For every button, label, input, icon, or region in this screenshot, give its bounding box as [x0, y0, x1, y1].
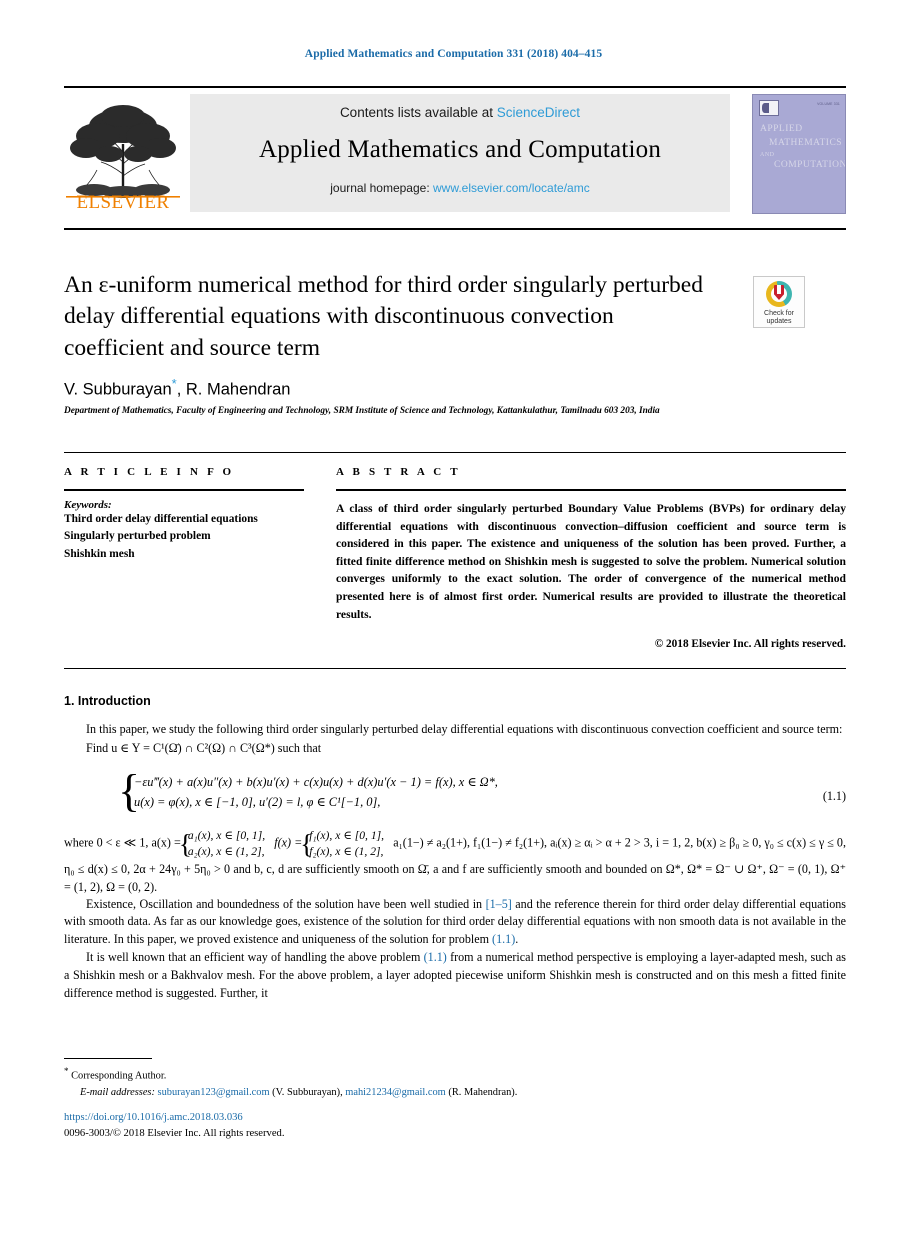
reference-link-1-5[interactable]: [1–5]: [486, 897, 512, 911]
para3-text-a: Existence, Oscillation and boundedness o…: [86, 896, 486, 911]
crossmark-badge[interactable]: Check for updates: [753, 276, 805, 328]
sciencedirect-banner: Contents lists available at ScienceDirec…: [190, 94, 730, 212]
footnote-block: * Corresponding Author. E-mail addresses…: [64, 1064, 846, 1102]
journal-cover-thumbnail: VOLUME 331 APPLIED MATHEMATICS AND COMPU…: [752, 94, 846, 214]
equation-number: (1.1): [822, 789, 846, 804]
elsevier-wordmark: ELSEVIER: [76, 192, 170, 213]
cover-title-line1: APPLIED: [760, 124, 803, 134]
email-link-mahendran[interactable]: mahi21234@gmail.com: [345, 1087, 445, 1098]
a-case-2: a₂(x), x ∈ (1, 2],: [187, 844, 265, 858]
page-title: An ε-uniform numerical method for third …: [64, 272, 703, 361]
email1-owner: (V. Subburayan),: [269, 1087, 343, 1099]
sciencedirect-link[interactable]: ScienceDirect: [497, 105, 580, 120]
article-info-rule: [64, 489, 304, 491]
journal-homepage-link[interactable]: www.elsevier.com/locate/amc: [433, 181, 590, 195]
running-head: Applied Mathematics and Computation 331 …: [304, 48, 603, 60]
corresponding-author-note: * Corresponding Author.: [64, 1064, 846, 1085]
article-info-heading: A R T I C L E I N F O: [64, 466, 235, 478]
contents-available-line: Contents lists available at ScienceDirec…: [190, 105, 730, 120]
a-case-1: a₁(x), x ∈ [0, 1],: [187, 829, 266, 843]
cover-title-line3: AND: [760, 151, 775, 158]
f-lead: f(x) =: [274, 835, 303, 850]
equation-lines: −εu‴(x) + a(x)u″(x) + b(x)u′(x) + c(x)u(…: [134, 772, 498, 812]
equation-line-2: u(x) = φ(x), x ∈ [−1, 0], u′(2) = l, φ ∈…: [134, 795, 381, 810]
f-case-1: f₁(x), x ∈ [0, 1],: [309, 829, 385, 843]
f-case-2: f₂(x), x ∈ (1, 2],: [309, 844, 384, 858]
equation-1-1: { −εu‴(x) + a(x)u″(x) + b(x)u′(x) + c(x)…: [64, 768, 846, 818]
email-label: E-mail addresses:: [80, 1087, 155, 1099]
abstract-copyright: © 2018 Elsevier Inc. All rights reserved…: [654, 638, 846, 651]
author-list: V. Subburayan*, R. Mahendran: [64, 376, 290, 400]
journal-homepage-line: journal homepage: www.elsevier.com/locat…: [190, 181, 730, 195]
para3-text-c: .: [515, 931, 519, 946]
crossmark-label: Check for updates: [754, 310, 804, 327]
equation-line-1: −εu‴(x) + a(x)u″(x) + b(x)u′(x) + c(x)u(…: [134, 775, 498, 790]
email2-owner: (R. Mahendran).: [445, 1087, 518, 1099]
keyword-item: Third order delay differential equations: [64, 513, 258, 525]
abstract-heading: A B S T R A C T: [336, 466, 461, 478]
intro-paragraph-4: It is well known that an efficient way o…: [64, 949, 846, 1002]
f-piecewise-cases: f₁(x), x ∈ [0, 1],f₂(x), x ∈ (1, 2],: [302, 828, 384, 860]
cover-issue-note: VOLUME 331: [817, 102, 840, 106]
cover-title-line2: MATHEMATICS: [769, 137, 843, 148]
crossmark-label-line1: Check for: [764, 310, 794, 317]
info-divider-bottom: [64, 668, 846, 669]
keyword-item: Shishkin mesh: [64, 547, 135, 560]
article-body: 1. Introduction In this paper, we study …: [64, 694, 846, 1003]
intro-paragraph-1: In this paper, we study the following th…: [86, 722, 843, 736]
title-divider: [64, 228, 846, 230]
where-lead: where 0 < ε ≪ 1, a(x) =: [64, 835, 181, 850]
doi-block: https://doi.org/10.1016/j.amc.2018.03.03…: [64, 1110, 664, 1143]
info-divider-top: [64, 452, 846, 453]
cover-elsevier-mark-icon: [759, 100, 779, 116]
keywords-title: Keywords:: [64, 499, 112, 511]
journal-name: Applied Mathematics and Computation: [258, 136, 662, 163]
crossmark-label-line2: updates: [766, 318, 792, 326]
crossmark-shield-icon: [774, 285, 784, 300]
keyword-item: Singularly perturbed problem: [64, 530, 211, 543]
section-heading-introduction: 1. Introduction: [64, 694, 151, 708]
corresponding-author-label: Corresponding Author.: [68, 1070, 167, 1082]
contents-prefix: Contents lists available at: [339, 105, 497, 120]
issn-copyright-line: 0096-3003/© 2018 Elsevier Inc. All right…: [64, 1128, 285, 1140]
crossmark-ring-icon: [766, 281, 792, 307]
elsevier-tree-logo: ELSEVIER: [64, 92, 182, 216]
where-definitions: where 0 < ε ≪ 1, a(x) =a₁(x), x ∈ [0, 1]…: [64, 828, 846, 896]
equation-link-1-1[interactable]: (1.1): [492, 932, 515, 946]
article-info-column: A R T I C L E I N F O Keywords: Third or…: [64, 466, 304, 563]
a-piecewise-cases: a₁(x), x ∈ [0, 1],a₂(x), x ∈ (1, 2],: [181, 828, 265, 860]
cover-title-line4: COMPUTATION: [774, 160, 846, 171]
equation-link-1-1[interactable]: (1.1): [424, 950, 447, 964]
abstract-rule: [336, 489, 846, 491]
abstract-text: A class of third order singularly pertur…: [336, 502, 846, 621]
intro-find-line: Find u ∈ Y = C¹(Ω̄) ∩ C²(Ω) ∩ C³(Ω*) suc…: [86, 740, 322, 755]
email-link-subburayan[interactable]: suburayan123@gmail.com: [158, 1087, 270, 1098]
author-primary[interactable]: V. Subburayan: [64, 381, 172, 399]
para4-text-a: It is well known that an efficient way o…: [86, 950, 424, 965]
footnote-divider: [64, 1058, 152, 1059]
journal-masthead: ELSEVIER Contents lists available at Sci…: [64, 86, 846, 216]
cover-title: APPLIED MATHEMATICS AND COMPUTATION: [760, 123, 846, 173]
abstract-column: A B S T R A C T A class of third order s…: [336, 466, 846, 650]
email-addresses-line: E-mail addresses: suburayan123@gmail.com…: [80, 1085, 846, 1102]
journal-article-page: Applied Mathematics and Computation 331 …: [0, 0, 907, 1238]
homepage-prefix: journal homepage:: [330, 181, 433, 195]
affiliation: Department of Mathematics, Faculty of En…: [64, 406, 660, 416]
author-secondary[interactable]: , R. Mahendran: [177, 381, 291, 399]
doi-link[interactable]: https://doi.org/10.1016/j.amc.2018.03.03…: [64, 1110, 664, 1126]
intro-paragraph-3: Existence, Oscillation and boundedness o…: [64, 896, 846, 949]
